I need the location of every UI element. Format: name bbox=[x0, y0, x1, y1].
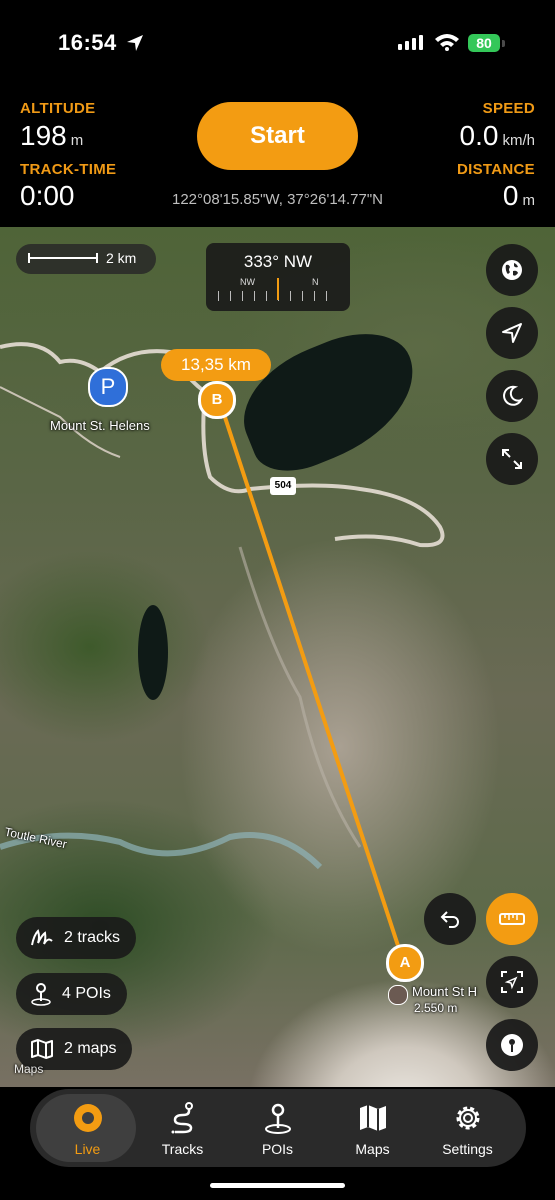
gear-icon bbox=[418, 1102, 517, 1134]
map-icon bbox=[31, 1039, 53, 1059]
undo-arrow-icon bbox=[440, 911, 459, 928]
locate-button[interactable] bbox=[486, 307, 538, 359]
place-label: Mount St. Helens bbox=[50, 418, 150, 433]
summit-icon bbox=[388, 985, 408, 1005]
distance-badge: 13,35 km bbox=[161, 349, 271, 381]
highway-shield: 504 bbox=[270, 477, 296, 495]
moon-icon bbox=[503, 385, 523, 406]
scan-location-button[interactable] bbox=[486, 956, 538, 1008]
battery-indicator: 80 bbox=[468, 34, 500, 52]
status-bar: 16:54 80 bbox=[0, 0, 555, 90]
night-mode-button[interactable] bbox=[486, 370, 538, 422]
home-indicator bbox=[210, 1183, 345, 1188]
scan-icon bbox=[501, 971, 523, 993]
scale-label: 2 km bbox=[106, 250, 137, 266]
track-squiggle-icon bbox=[31, 929, 53, 946]
location-arrow-icon bbox=[502, 323, 522, 343]
tab-pois[interactable]: POIs bbox=[228, 1089, 327, 1167]
tab-bar: Live Tracks POIs Maps Settings bbox=[30, 1089, 526, 1167]
map-view[interactable]: 2 km 333° NW NW N P Mount St. Helens 504… bbox=[0, 227, 555, 1087]
scale-bar bbox=[28, 253, 98, 263]
pois-pill[interactable]: 4 POIs bbox=[16, 973, 127, 1015]
tracktime-label: TRACK-TIME bbox=[20, 161, 117, 178]
compass-nw-label: NW bbox=[240, 277, 255, 287]
cellular-signal-icon bbox=[398, 35, 423, 50]
pois-pill-label: 4 POIs bbox=[62, 985, 111, 1002]
wifi-icon bbox=[435, 34, 459, 51]
altitude-label: ALTITUDE bbox=[20, 100, 96, 117]
poi-pin-icon bbox=[31, 983, 51, 1006]
tracks-icon bbox=[133, 1102, 232, 1134]
tab-live-label: Live bbox=[74, 1141, 101, 1157]
speed-number: 0.0 bbox=[459, 120, 499, 151]
pin-icon bbox=[501, 1034, 523, 1056]
fullscreen-button[interactable] bbox=[486, 433, 538, 485]
speed-value: 0.0 km/h bbox=[460, 120, 535, 152]
tab-tracks[interactable]: Tracks bbox=[133, 1089, 232, 1167]
tab-pois-label: POIs bbox=[261, 1141, 294, 1157]
altitude-value: 198 m bbox=[20, 120, 83, 152]
speed-unit: km/h bbox=[502, 132, 535, 149]
pin-button[interactable] bbox=[486, 1019, 538, 1071]
tab-settings[interactable]: Settings bbox=[418, 1089, 517, 1167]
tracking-header: ALTITUDE 198 m TRACK-TIME 0:00 SPEED 0.0 k… bbox=[0, 90, 555, 227]
tab-settings-label: Settings bbox=[442, 1141, 493, 1157]
summit-name: Mount St H bbox=[412, 984, 478, 999]
map-scale: 2 km bbox=[16, 244, 156, 274]
globe-button[interactable] bbox=[486, 244, 538, 296]
summit-elevation: 2.550 m bbox=[414, 1001, 458, 1015]
globe-icon bbox=[502, 260, 522, 280]
distance-label: DISTANCE bbox=[457, 161, 535, 178]
tab-tracks-label: Tracks bbox=[161, 1141, 204, 1157]
compass[interactable]: 333° NW NW N bbox=[206, 243, 350, 311]
map-icon bbox=[323, 1102, 422, 1134]
tab-live[interactable]: Live bbox=[30, 1089, 136, 1167]
battery-tip bbox=[502, 40, 505, 47]
coordinates-readout: 122°08'15.85"W, 37°26'14.77"N bbox=[171, 191, 384, 208]
altitude-number: 198 bbox=[20, 120, 67, 151]
compass-heading: 333° NW bbox=[243, 252, 313, 271]
tracks-pill-label: 2 tracks bbox=[64, 929, 121, 946]
parking-marker[interactable]: P bbox=[88, 367, 128, 407]
compass-needle bbox=[277, 278, 279, 300]
tab-maps[interactable]: Maps bbox=[323, 1089, 422, 1167]
live-icon bbox=[38, 1102, 137, 1134]
status-time: 16:54 bbox=[58, 30, 117, 55]
marker-a[interactable]: A bbox=[386, 944, 424, 982]
map-attribution: Maps bbox=[14, 1062, 44, 1076]
measure-ruler-button[interactable] bbox=[486, 893, 538, 945]
poi-pin-icon bbox=[228, 1102, 327, 1134]
compass-n-label: N bbox=[312, 277, 319, 287]
speed-label: SPEED bbox=[482, 100, 535, 117]
expand-icon bbox=[502, 449, 522, 469]
start-button[interactable]: Start bbox=[197, 102, 358, 170]
location-arrow-icon bbox=[127, 35, 143, 51]
altitude-unit: m bbox=[70, 132, 84, 149]
undo-button[interactable] bbox=[424, 893, 476, 945]
maps-pill-label: 2 maps bbox=[64, 1040, 117, 1057]
tab-maps-label: Maps bbox=[355, 1141, 390, 1157]
marker-b[interactable]: B bbox=[198, 381, 236, 419]
ruler-icon bbox=[499, 913, 525, 925]
tracks-pill[interactable]: 2 tracks bbox=[16, 917, 137, 959]
